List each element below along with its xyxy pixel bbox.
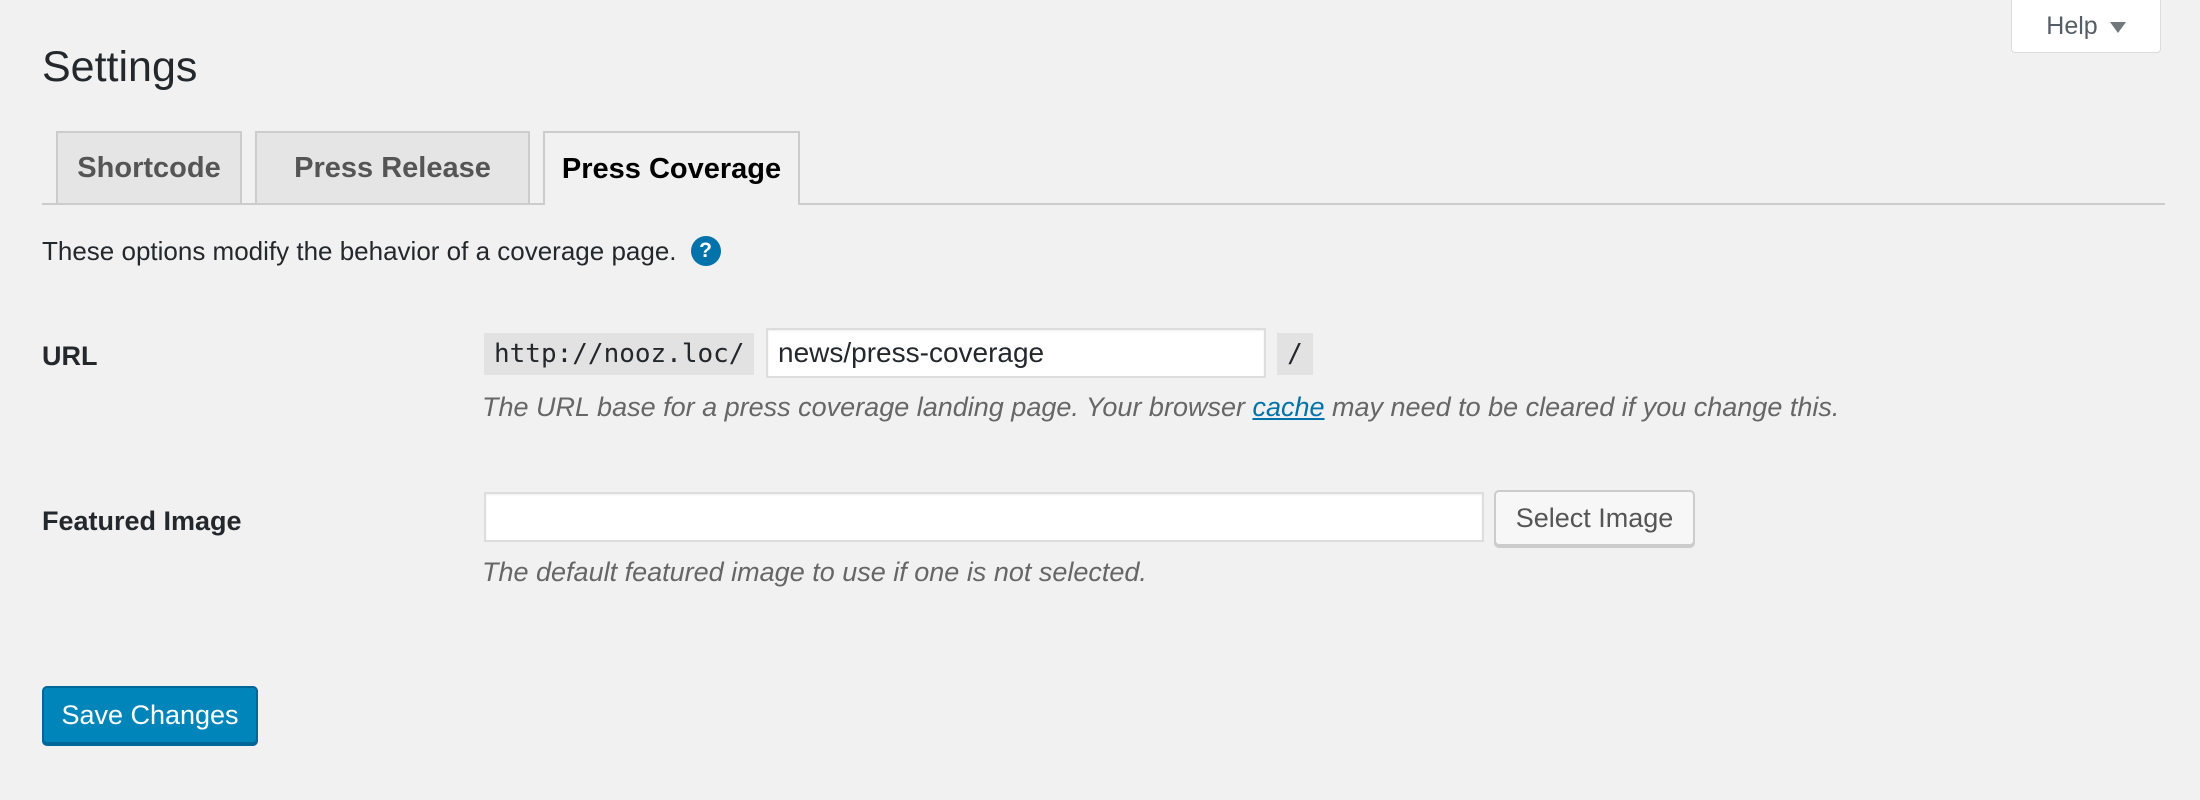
caret-down-icon <box>2109 21 2126 33</box>
url-description-text-after: may need to be cleared if you change thi… <box>1324 392 1840 422</box>
intro-text: These options modify the behavior of a c… <box>42 235 677 266</box>
intro-description: These options modify the behavior of a c… <box>42 232 721 270</box>
featured-image-label: Featured Image <box>42 506 242 536</box>
question-mark-icon[interactable]: ? <box>690 236 721 266</box>
select-image-button[interactable]: Select Image <box>1494 490 1695 546</box>
page-title: Settings <box>42 43 198 91</box>
help-label: Help <box>2046 11 2098 40</box>
url-description-text-before: The URL base for a press coverage landin… <box>482 392 1253 422</box>
tab-press-release[interactable]: Press Release <box>255 131 530 203</box>
help-tab-button[interactable]: Help <box>2011 0 2161 53</box>
url-slug-input[interactable] <box>766 328 1266 378</box>
url-description: The URL base for a press coverage landin… <box>482 392 1839 423</box>
save-changes-button[interactable]: Save Changes <box>42 686 258 744</box>
settings-tabs: Shortcode Press Release Press Coverage <box>42 131 2165 205</box>
featured-image-input[interactable] <box>484 492 1484 542</box>
url-label: URL <box>42 341 98 371</box>
tab-shortcode[interactable]: Shortcode <box>56 131 242 203</box>
featured-image-description: The default featured image to use if one… <box>482 557 1147 587</box>
cache-link[interactable]: cache <box>1252 392 1324 422</box>
tab-press-coverage[interactable]: Press Coverage <box>543 131 800 205</box>
url-base-prefix: http://nooz.loc/ <box>484 333 754 375</box>
url-suffix: / <box>1277 333 1313 375</box>
